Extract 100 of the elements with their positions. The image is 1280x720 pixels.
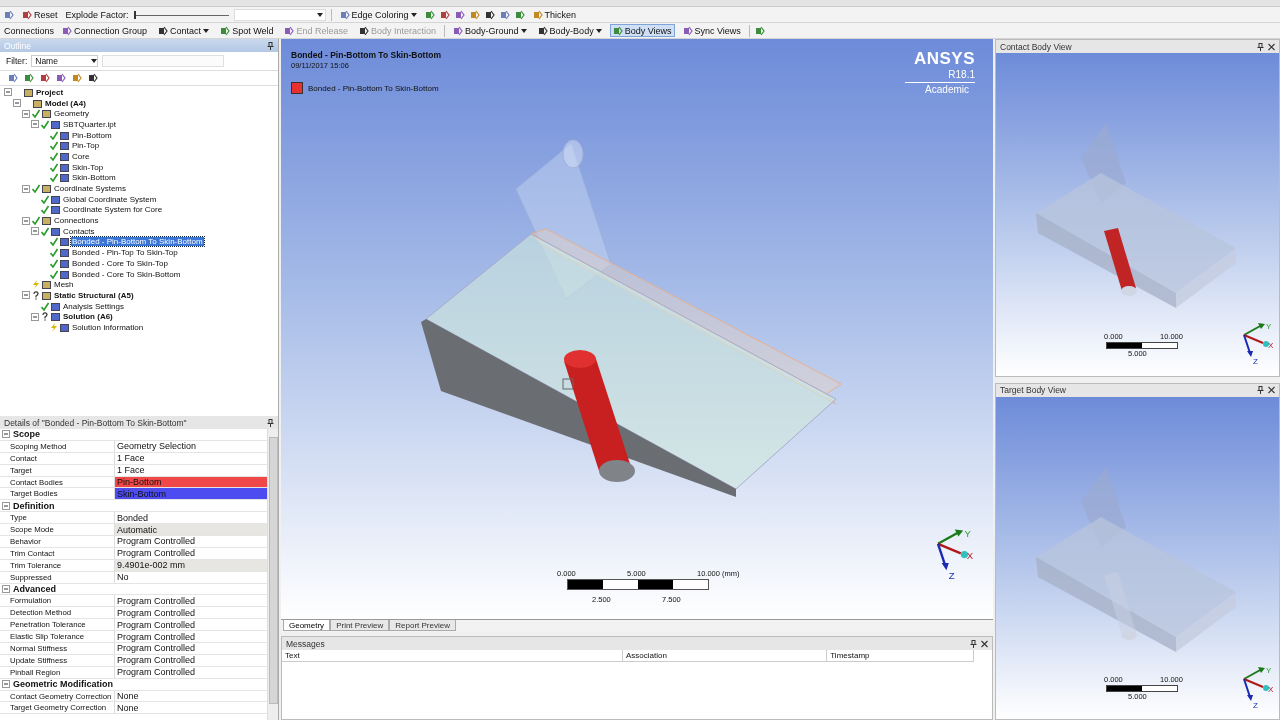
property-value[interactable]: 1 Face — [115, 464, 267, 476]
toolbar-button[interactable]: Connection Group — [59, 24, 151, 37]
property-value[interactable]: Program Controlled — [115, 607, 267, 619]
pin-icon[interactable] — [970, 639, 977, 648]
tree-item[interactable]: Pin-Bottom — [71, 130, 113, 140]
scrollbar[interactable] — [267, 429, 278, 720]
tree-item[interactable]: SBTQuarter.ipt — [62, 119, 117, 129]
expand-toggle[interactable] — [22, 109, 30, 118]
tree-item[interactable]: Contacts — [62, 226, 96, 236]
tree-item[interactable]: Bonded - Pin-Top To Skin-Top — [71, 248, 179, 258]
toolbar-icon[interactable] — [439, 9, 450, 20]
column-header[interactable]: Text — [282, 650, 624, 661]
property-value[interactable]: Pin-Bottom — [115, 476, 267, 488]
expand-toggle[interactable] — [31, 120, 39, 129]
tree-item[interactable]: Skin-Bottom — [71, 173, 117, 183]
filter-label: Filter: — [6, 56, 28, 66]
tree-item[interactable]: Coordinate Systems — [53, 184, 128, 194]
slider-thumb[interactable] — [133, 10, 136, 19]
property-value[interactable]: Program Controlled — [115, 631, 267, 643]
tree-node-icon — [51, 312, 60, 322]
column-header[interactable]: Association — [623, 650, 828, 661]
tree-item[interactable]: Solution Information — [71, 322, 145, 332]
expand-toggle[interactable] — [13, 99, 21, 108]
tree-item[interactable]: Analysis Settings — [62, 301, 125, 311]
property-value[interactable]: Automatic — [115, 524, 267, 535]
tree-node-icon — [60, 130, 69, 140]
toolbar-button[interactable]: Body-Ground — [450, 24, 530, 37]
toolbar-button[interactable]: Contact — [155, 24, 213, 37]
property-value[interactable]: Bonded — [115, 512, 267, 524]
tree-item[interactable]: Project — [35, 87, 65, 97]
property-value[interactable]: Program Controlled — [115, 643, 267, 654]
caret-icon[interactable] — [410, 12, 417, 17]
tree-item[interactable]: Global Coordinate System — [62, 194, 158, 204]
property-value[interactable]: Program Controlled — [115, 595, 267, 607]
outline-tool-icon[interactable] — [40, 73, 50, 83]
button-icon[interactable] — [22, 9, 32, 20]
toolbar-button[interactable]: Sync Views — [679, 24, 744, 37]
property-value[interactable]: Geometry Selection — [115, 440, 267, 452]
close-icon[interactable] — [1268, 42, 1275, 51]
toolbar-button[interactable]: Edge Coloring — [336, 8, 420, 21]
caret-icon[interactable] — [595, 28, 602, 33]
outline-tool-icon[interactable] — [88, 73, 98, 83]
column-header[interactable]: Timestamp — [827, 650, 974, 661]
expand-toggle[interactable] — [2, 430, 10, 439]
filter-dropdown[interactable]: Name — [31, 55, 99, 67]
expand-toggle[interactable] — [31, 227, 39, 236]
property-value[interactable]: Program Controlled — [115, 536, 267, 547]
toolbar-button[interactable]: Reset — [19, 8, 61, 21]
expand-toggle[interactable] — [22, 216, 30, 225]
expand-toggle[interactable] — [2, 585, 10, 593]
tree-item[interactable]: Mesh — [53, 280, 75, 290]
pin-icon[interactable] — [1257, 386, 1264, 394]
tree-item[interactable]: Model (A4) — [44, 98, 87, 108]
pin-icon[interactable] — [1257, 42, 1264, 51]
tree-item[interactable]: Geometry — [53, 109, 91, 119]
expand-toggle[interactable] — [4, 88, 12, 97]
view-tab[interactable]: Geometry — [283, 620, 331, 631]
expand-toggle[interactable] — [2, 680, 10, 689]
close-icon[interactable] — [1268, 386, 1275, 394]
property-value[interactable]: No — [115, 571, 267, 583]
tree-item[interactable]: Skin-Top — [71, 162, 105, 172]
toolbar-button[interactable]: Body Views — [609, 24, 675, 37]
filter-field[interactable] — [102, 55, 225, 67]
tree-item[interactable]: Connections — [53, 216, 100, 226]
property-value[interactable]: Program Controlled — [115, 654, 267, 666]
toolbar-icon[interactable] — [484, 9, 495, 20]
property-value[interactable]: None — [115, 690, 267, 702]
expand-toggle[interactable] — [22, 291, 30, 300]
property-value[interactable]: None — [115, 702, 267, 714]
tree-item[interactable]: Core — [71, 151, 91, 161]
property-value[interactable]: 9.4901e-002 mm — [115, 559, 267, 571]
tree-item[interactable]: Bonded - Pin-Bottom To Skin-Bottom — [71, 237, 204, 247]
tree-item[interactable]: Pin-Top — [71, 141, 101, 151]
tree-item[interactable]: Solution (A6) — [62, 312, 114, 322]
expand-toggle[interactable] — [2, 501, 10, 510]
property-value[interactable]: Program Controlled — [115, 547, 267, 559]
tree-item[interactable]: Bonded - Core To Skin-Bottom — [71, 269, 182, 279]
expand-toggle[interactable] — [31, 312, 39, 321]
toolbar-button[interactable]: Body-Body — [534, 24, 605, 37]
tree-item[interactable]: Coordinate System for Core — [62, 205, 164, 215]
tree-item[interactable]: Static Structural (A5) — [53, 290, 135, 300]
button-icon[interactable] — [158, 25, 169, 36]
close-icon[interactable] — [981, 639, 988, 648]
property-value[interactable]: Program Controlled — [115, 619, 267, 631]
toolbar-button[interactable]: Spot Weld — [217, 24, 277, 37]
pin-icon[interactable] — [267, 41, 274, 50]
caret-icon[interactable] — [203, 28, 210, 33]
view-tab[interactable]: Report Preview — [389, 620, 456, 631]
caret-icon[interactable] — [316, 12, 323, 17]
view-tab[interactable]: Print Preview — [330, 620, 390, 631]
toolbar-button[interactable]: Thicken — [529, 8, 580, 21]
caret-icon[interactable] — [91, 59, 98, 63]
property-value[interactable]: Program Controlled — [115, 666, 267, 678]
button-icon[interactable] — [537, 25, 548, 36]
caret-icon[interactable] — [520, 28, 527, 33]
pin-icon[interactable] — [267, 418, 274, 427]
tree-item[interactable]: Bonded - Core To Skin-Top — [71, 258, 169, 268]
expand-toggle[interactable] — [22, 184, 30, 193]
explode-slider[interactable] — [133, 9, 229, 20]
property-value[interactable]: 1 Face — [115, 452, 267, 464]
